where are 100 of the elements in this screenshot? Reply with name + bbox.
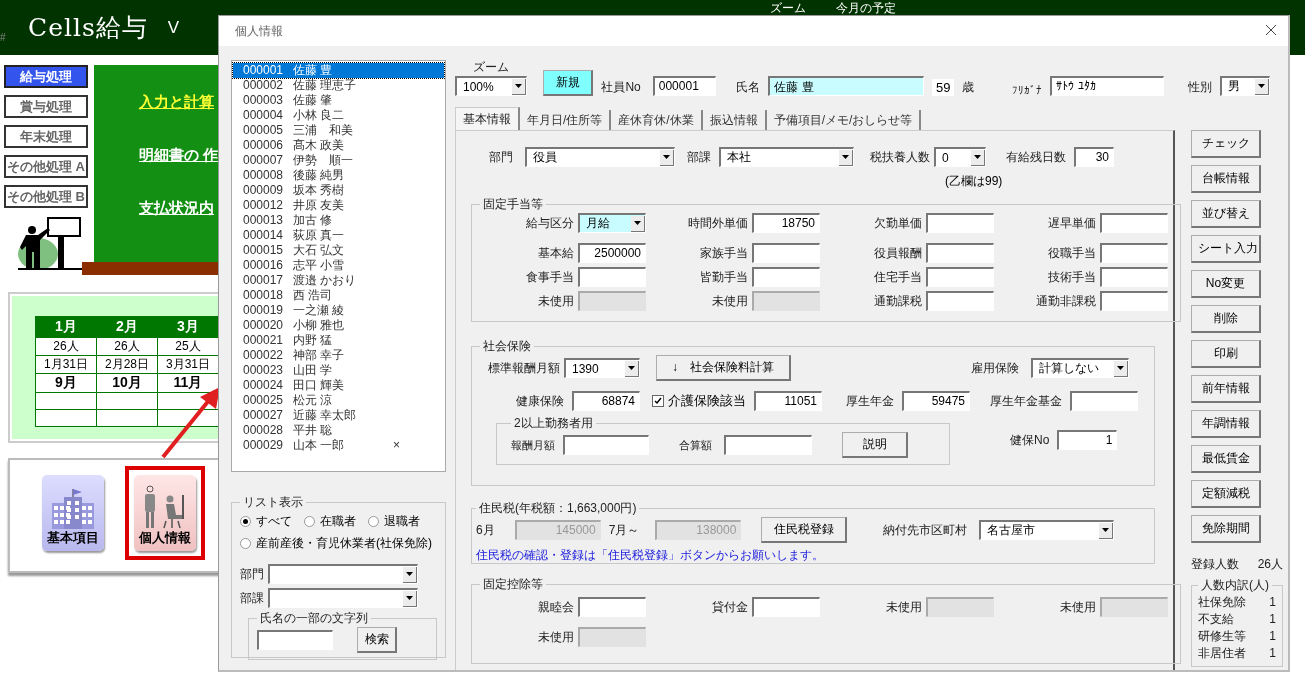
list-item[interactable]: 000022 神部 幸子 — [233, 348, 444, 363]
list-item[interactable]: 000005 三浦 和美 — [233, 123, 444, 138]
list-item[interactable]: 000009 坂本 秀樹 — [233, 183, 444, 198]
dropdown[interactable]: 1390 — [564, 358, 640, 378]
button[interactable]: 削除 — [1191, 305, 1261, 333]
button[interactable]: 台帳情報 — [1191, 165, 1261, 193]
list-item[interactable]: 000024 田口 輝美 — [233, 378, 444, 393]
button[interactable]: ↓ 社会保険料計算 — [656, 355, 791, 381]
dropdown[interactable] — [268, 564, 418, 584]
list-item[interactable]: 000023 山田 学 — [233, 363, 444, 378]
input-field[interactable] — [1100, 267, 1168, 287]
list-item[interactable]: 000020 小柳 雅也 — [233, 318, 444, 333]
dropdown[interactable]: 名古屋市 — [979, 520, 1115, 540]
input-field[interactable] — [1070, 391, 1138, 411]
button[interactable]: 検索 — [357, 627, 397, 653]
dropdown[interactable]: 役員 — [525, 147, 675, 167]
button[interactable]: シート入力 — [1191, 235, 1261, 263]
list-item[interactable]: 000025 松元 涼 — [233, 393, 444, 408]
nav-button[interactable]: 賞与処理 — [4, 95, 88, 118]
input-field[interactable]: 59475 — [902, 391, 970, 411]
list-item[interactable]: 000003 佐藤 肇 — [233, 93, 444, 108]
radio-option[interactable]: すべて — [240, 513, 292, 530]
input-field[interactable]: ｻﾄｳ ﾕﾀｶ — [1050, 76, 1164, 96]
nav-button[interactable]: 年末処理 — [4, 125, 88, 148]
input-field[interactable] — [926, 291, 994, 311]
input-field[interactable] — [752, 243, 820, 263]
input-field[interactable] — [1100, 291, 1168, 311]
input-field[interactable]: 000001 — [652, 76, 717, 96]
list-item[interactable]: 000006 髙木 政美 — [233, 138, 444, 153]
dropdown[interactable]: 本社 — [719, 147, 854, 167]
input-field[interactable] — [578, 597, 646, 617]
list-item[interactable]: 000018 西 浩司 — [233, 288, 444, 303]
input-field[interactable]: 68874 — [572, 391, 640, 411]
field-label: 住宅手当 — [873, 268, 922, 286]
list-item[interactable]: 000017 渡邉 かおり — [233, 273, 444, 288]
list-item[interactable]: 000002 佐藤 理恵子 — [233, 78, 444, 93]
list-item[interactable]: 000008 後藤 純男 — [233, 168, 444, 183]
button[interactable]: 新規 — [543, 70, 594, 96]
input-field[interactable]: 30 — [1074, 147, 1114, 167]
list-item[interactable]: 000015 大石 弘文 — [233, 243, 444, 258]
tab[interactable]: 基本情報 — [455, 107, 520, 130]
field-label: 貸付金 — [711, 598, 748, 616]
presenter-drawing — [18, 216, 84, 270]
input-field[interactable] — [926, 213, 994, 233]
list-item[interactable]: 000013 加古 修 — [233, 213, 444, 228]
input-field[interactable] — [563, 435, 649, 455]
dropdown[interactable]: 100% — [455, 76, 527, 96]
button[interactable]: 印刷 — [1191, 340, 1261, 368]
input-field[interactable]: 18750 — [752, 213, 820, 233]
button[interactable]: 年調情報 — [1191, 410, 1261, 438]
input-field[interactable]: 2500000 — [578, 243, 646, 263]
field-label: 健康保険 — [516, 392, 564, 410]
dropdown[interactable]: 0 — [934, 147, 986, 167]
button[interactable]: 住民税登録 — [761, 517, 848, 543]
field-label: 研修生等 — [1198, 628, 1246, 645]
launcher-button[interactable]: 個人情報 — [125, 466, 205, 560]
button[interactable]: 最低賃金 — [1191, 445, 1261, 473]
radio-option[interactable]: 在職者 — [304, 513, 356, 530]
radio-option[interactable]: 産前産後・育児休業者(社保免除) — [240, 535, 432, 552]
nav-button[interactable]: 給与処理 — [4, 65, 88, 88]
list-item[interactable]: 000004 小林 良二 — [233, 108, 444, 123]
input-field[interactable] — [926, 243, 994, 263]
input-field[interactable] — [752, 267, 820, 287]
input-field[interactable] — [1100, 243, 1168, 263]
input-field[interactable] — [752, 597, 820, 617]
input-field[interactable]: 1 — [1057, 430, 1118, 450]
list-item[interactable]: 000021 内野 猛 — [233, 333, 444, 348]
nav-button[interactable]: その他処理 B — [4, 185, 88, 208]
button[interactable]: 免除期間 — [1191, 515, 1261, 543]
input-field[interactable] — [578, 267, 646, 287]
list-item[interactable]: 000027 近藤 幸太郎 — [233, 408, 444, 423]
radio-option[interactable]: 退職者 — [368, 513, 420, 530]
list-item[interactable]: 000029 山本 一郎 × — [233, 438, 444, 453]
list-item[interactable]: 000007 伊勢 順一 — [233, 153, 444, 168]
list-item[interactable]: 000028 平井 聡 — [233, 423, 444, 438]
list-item[interactable]: 000014 荻原 真一 — [233, 228, 444, 243]
input-field[interactable] — [724, 435, 812, 455]
button[interactable]: 前年情報 — [1191, 375, 1261, 403]
nav-button[interactable]: その他処理 A — [4, 155, 88, 178]
button[interactable]: チェック — [1191, 130, 1261, 158]
input-field[interactable] — [1100, 213, 1168, 233]
input-field[interactable] — [257, 630, 333, 650]
input-field[interactable]: 11051 — [754, 391, 822, 411]
button[interactable]: 並び替え — [1191, 200, 1261, 228]
input-field[interactable] — [926, 267, 994, 287]
list-item[interactable]: 000019 一之瀬 綾 — [233, 303, 444, 318]
field-label: 通勤非課税 — [1035, 292, 1096, 310]
list-item[interactable]: 000012 井原 友美 — [233, 198, 444, 213]
dropdown[interactable]: 月給 — [578, 213, 646, 233]
dropdown[interactable]: 男 — [1219, 76, 1270, 96]
checkbox[interactable]: 介護保険該当 — [652, 392, 746, 410]
dropdown[interactable] — [268, 588, 418, 608]
button[interactable]: No変更 — [1191, 270, 1261, 298]
dropdown[interactable]: 計算しない — [1031, 358, 1129, 378]
close-icon[interactable] — [1264, 24, 1278, 38]
input-field[interactable]: 佐藤 豊 — [768, 76, 924, 96]
list-item[interactable]: 000001 佐藤 豊 — [233, 63, 444, 78]
list-item[interactable]: 000016 志平 小雪 — [233, 258, 444, 273]
button[interactable]: 定額減税 — [1191, 480, 1261, 508]
button[interactable]: 説明 — [842, 432, 908, 458]
